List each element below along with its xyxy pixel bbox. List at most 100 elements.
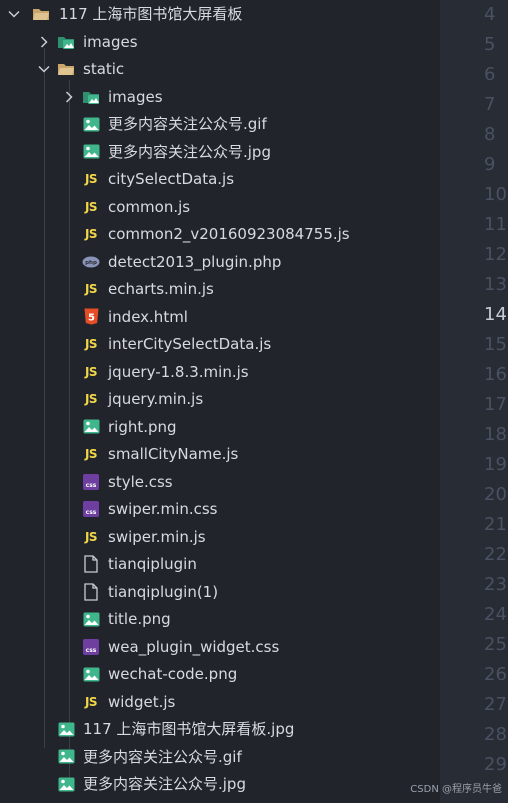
line-number: 14 [484,304,507,325]
tree-file-row[interactable]: JS interCitySelectData.js [0,331,440,358]
js-badge-text: JS [84,694,98,709]
line-number: 27 [484,694,507,715]
image-file-icon [82,610,100,628]
js-file-icon: JS [82,693,100,711]
tree-item-label: static [83,60,125,78]
line-number-gutter: 4 5 6 7 8 9 10 11 12 13 14 15 16 17 18 19 20 21 22 23 24 25 26… [440,0,508,803]
tree-file-row[interactable]: JS citySelectData.js [0,166,440,193]
js-badge-text: JS [84,364,98,379]
tree-file-row[interactable]: JS jquery-1.8.3.min.js [0,359,440,386]
tree-item-label: tianqiplugin [108,555,197,573]
line-number: 4 [484,4,496,25]
css-badge-text: css [83,473,99,490]
js-file-icon: JS [82,198,100,216]
js-badge-text: JS [84,529,98,544]
js-file-icon: JS [82,170,100,188]
tree-file-row[interactable]: title.png [0,606,440,633]
svg-text:php: php [85,260,97,266]
tree-file-row[interactable]: 5 index.html [0,304,440,331]
tree-file-row[interactable]: right.png [0,414,440,441]
tree-file-row[interactable]: JS common2_v20160923084755.js [0,221,440,248]
tree-item-label: widget.js [108,692,176,711]
js-badge-text: JS [84,392,98,406]
tree-file-row[interactable]: JS smallCityName.js [0,441,440,468]
folder-open-icon [32,5,50,23]
tree-file-row[interactable]: 更多内容关注公众号.gif [0,744,440,771]
tree-file-row[interactable]: JS swiper.min.js [0,524,440,551]
tree-file-row[interactable]: JS common.js [0,194,440,221]
line-number: 5 [484,34,496,55]
tree-file-row[interactable]: JS widget.js [0,689,440,716]
chevron-right-icon[interactable] [62,90,76,104]
tree-item-label: 更多内容关注公众号.jpg [83,775,246,793]
tree-file-row[interactable]: tianqiplugin(1) [0,579,440,606]
js-file-icon: JS [82,363,100,381]
chevron-down-icon[interactable] [37,62,51,76]
line-number: 10 [484,184,507,205]
line-number: 17 [484,394,507,415]
tree-item-label: index.html [108,307,188,326]
tree-item-label: tianqiplugin(1) [108,582,219,601]
css-file-icon: css [82,638,100,656]
line-number: 12 [484,244,507,265]
tree-file-row[interactable]: css wea_plugin_widget.css [0,634,440,661]
line-number: 29 [484,754,507,775]
line-number: 9 [484,154,496,175]
tree-item-label: wechat-code.png [108,665,238,683]
plain-file-icon [82,555,100,573]
tree-item-label: detect2013_plugin.php [108,252,282,271]
js-badge-text: JS [84,227,98,241]
tree-item-label: common2_v20160923084755.js [108,225,350,243]
line-number: 15 [484,334,507,355]
tree-folder-row[interactable]: static [0,56,440,83]
file-explorer: 117 上海市图书馆大屏看板 images static images 更多内容关注公众… [0,0,440,803]
tree-item-label: images [83,32,138,51]
tree-item-label: swiper.min.css [108,500,218,518]
js-badge-text: JS [84,447,98,461]
tree-folder-row[interactable]: images [0,84,440,111]
tree-file-row[interactable]: 5index.html [0,799,440,803]
tree-file-row[interactable]: JS echarts.min.js [0,276,440,303]
chevron-down-icon[interactable] [7,7,21,21]
tree-file-row[interactable]: css style.css [0,469,440,496]
image-file-icon [82,115,100,133]
tree-item-label: 117 上海市图书馆大屏看板 [59,5,243,23]
js-badge-text: JS [84,282,98,296]
line-number: 26 [484,664,507,685]
tree-file-row[interactable]: wechat-code.png [0,661,440,688]
tree-item-label: 更多内容关注公众号.jpg [108,142,271,161]
tree-item-label: swiper.min.js [108,527,206,546]
js-file-icon: JS [82,390,100,408]
tree-folder-row[interactable]: 117 上海市图书馆大屏看板 [0,1,440,28]
line-number: 7 [484,94,496,115]
tree-file-row[interactable]: php detect2013_plugin.php [0,249,440,276]
tree-item-label: 更多内容关注公众号.gif [83,747,242,766]
svg-text:5: 5 [88,313,95,324]
js-badge-text: JS [84,199,98,214]
tree-item-label: title.png [108,610,171,628]
line-number: 28 [484,724,507,745]
js-badge-text: JS [84,337,98,351]
css-file-icon: css [82,500,100,518]
tree-file-row[interactable]: 更多内容关注公众号.jpg [0,771,440,798]
tree-file-row[interactable]: tianqiplugin [0,551,440,578]
tree-file-row[interactable]: 更多内容关注公众号.gif [0,111,440,138]
css-file-icon: css [82,473,100,491]
tree-item-label: wea_plugin_widget.css [108,637,280,656]
tree-file-row[interactable]: 更多内容关注公众号.jpg [0,139,440,166]
tree-item-label: index.html [83,799,163,803]
tree-file-row[interactable]: 117 上海市图书馆大屏看板.jpg [0,716,440,743]
chevron-right-icon[interactable] [37,35,51,49]
image-file-icon [57,775,75,793]
js-file-icon: JS [82,335,100,353]
tree-folder-row[interactable]: images [0,29,440,56]
image-file-icon [82,665,100,683]
tree-item-label: right.png [108,417,177,436]
tree-file-row[interactable]: JS jquery.min.js [0,386,440,413]
tree-item-label: smallCityName.js [108,445,239,463]
folder-images-icon [57,33,75,51]
line-number: 24 [484,604,507,625]
tree-file-row[interactable]: css swiper.min.css [0,496,440,523]
php-file-icon: php [82,253,100,271]
js-file-icon: JS [82,528,100,546]
